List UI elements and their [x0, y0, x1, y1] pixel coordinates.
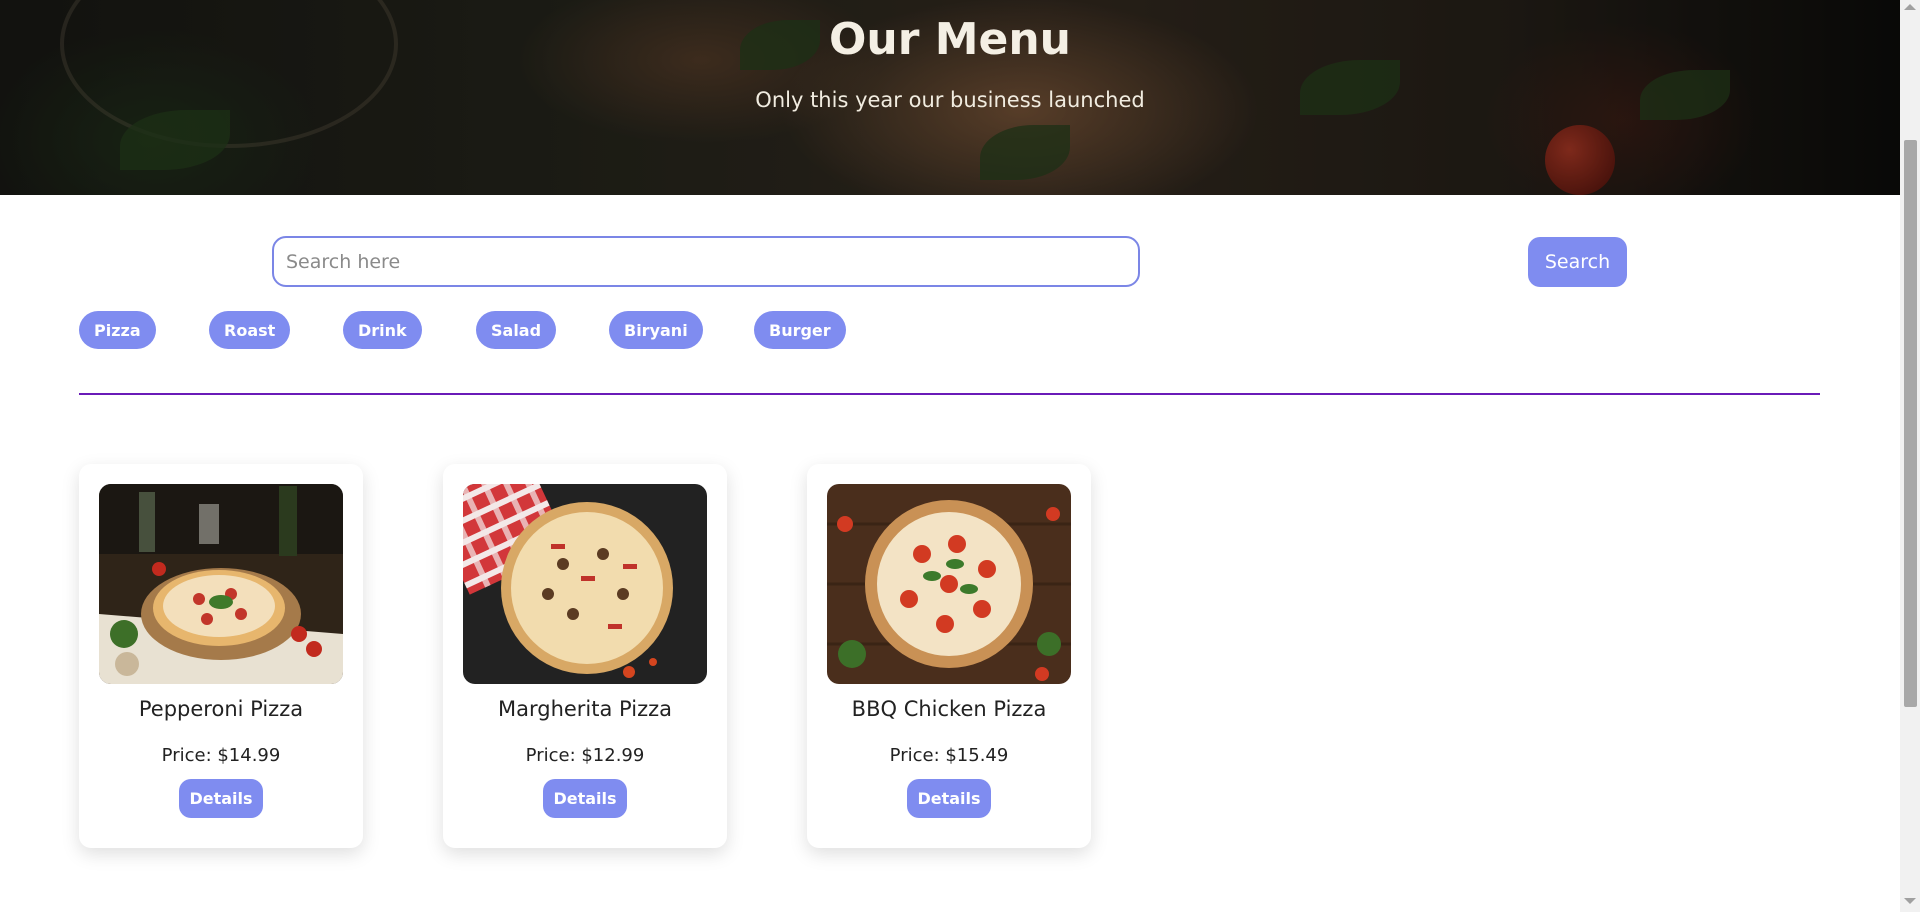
product-card: BBQ Chicken Pizza Price: $15.49 Details [807, 464, 1091, 848]
bbq-chicken-pizza-photo [827, 484, 1071, 684]
search-button[interactable]: Search [1528, 237, 1627, 287]
product-card: Margherita Pizza Price: $12.99 Details [443, 464, 727, 848]
page-subtitle: Only this year our business launched [755, 88, 1145, 112]
product-card: Pepperoni Pizza Price: $14.99 Details [79, 464, 363, 848]
page-scrollbar[interactable] [1900, 0, 1920, 912]
category-chip-roast[interactable]: Roast [209, 311, 291, 349]
margherita-pizza-photo [463, 484, 707, 684]
category-chip-pizza[interactable]: Pizza [79, 311, 156, 349]
product-price: Price: $14.99 [161, 745, 281, 766]
product-name: Pepperoni Pizza [138, 697, 304, 721]
search-input[interactable] [272, 236, 1140, 287]
product-name: Margherita Pizza [497, 697, 672, 721]
category-chip-biryani[interactable]: Biryani [609, 311, 703, 349]
scroll-up-arrow-icon[interactable] [1904, 4, 1916, 10]
hero-banner: Our Menu Only this year our business lau… [0, 0, 1900, 195]
product-name: BBQ Chicken Pizza [851, 697, 1047, 721]
details-button[interactable]: Details [543, 779, 627, 818]
product-price: Price: $12.99 [525, 745, 645, 766]
details-button[interactable]: Details [179, 779, 263, 818]
product-price: Price: $15.49 [889, 745, 1009, 766]
pepperoni-pizza-photo [99, 484, 343, 684]
category-chip-drink[interactable]: Drink [343, 311, 422, 349]
page-title: Our Menu [828, 14, 1072, 65]
category-chip-salad[interactable]: Salad [476, 311, 557, 349]
scrollbar-thumb[interactable] [1904, 140, 1917, 707]
section-divider [79, 393, 1820, 395]
category-chip-burger[interactable]: Burger [754, 311, 846, 349]
details-button[interactable]: Details [907, 779, 991, 818]
scroll-down-arrow-icon[interactable] [1904, 898, 1916, 904]
